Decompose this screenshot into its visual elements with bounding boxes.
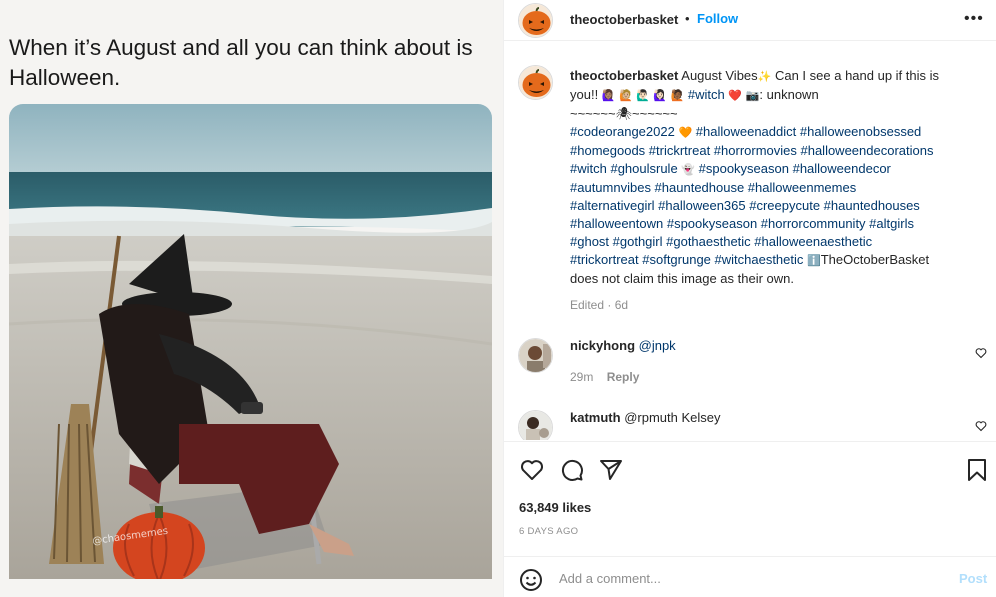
avatar[interactable] <box>518 3 553 38</box>
post-caption: theoctoberbasket August Vibes✨ Can I see… <box>570 67 970 288</box>
hashtags-line[interactable]: #codeorange2022 <box>570 124 675 139</box>
sparkles-icon: ✨ <box>757 70 772 83</box>
post-actions: 63,849 likes 6 DAYS AGO <box>504 441 996 551</box>
caption-text-1: August Vibes <box>681 68 758 83</box>
header-username[interactable]: theoctoberbasket <box>570 12 678 27</box>
comment-text: katmuth @rpmuth Kelsey <box>570 410 720 425</box>
beach-witch-photo <box>9 104 492 579</box>
disclaimer-text: does not claim this image as their own. <box>570 271 794 286</box>
share-icon[interactable] <box>599 458 623 487</box>
more-horizontal-icon[interactable]: ••• <box>964 10 984 28</box>
caption-divider: ~~~~~~🕷~~~~~~ <box>570 106 678 121</box>
heart-icon[interactable] <box>975 346 987 364</box>
avatar[interactable] <box>518 65 553 100</box>
camera-credit: : unknown <box>759 87 819 102</box>
post-date: 6 DAYS AGO <box>519 526 579 537</box>
hashtags-line[interactable]: #ghost #gothgirl #gothaesthetic #hallowe… <box>570 234 872 249</box>
post-media[interactable]: When it’s August and all you can think a… <box>0 0 503 597</box>
follow-button[interactable]: Follow <box>697 11 738 26</box>
hashtags-line[interactable]: #homegoods #trickrtreat #horrormovies #h… <box>570 143 933 158</box>
comment-username[interactable]: katmuth <box>570 410 621 425</box>
hashtags-line[interactable]: #spookyseason #halloweendecor <box>699 161 891 176</box>
hashtags-line[interactable]: #halloweenaddict #halloweenobsessed <box>696 124 922 139</box>
reply-button[interactable]: Reply <box>607 370 640 384</box>
comment-time: 29m <box>570 370 594 384</box>
likes-count[interactable]: 63,849 likes <box>519 500 591 515</box>
hashtags-line[interactable]: #alternativegirl #halloween365 #creepycu… <box>570 198 920 213</box>
orange-heart-icon: 🧡 <box>678 126 693 139</box>
comment-body: @rpmuth Kelsey <box>624 410 721 425</box>
avatar[interactable] <box>518 410 553 440</box>
post-header: theoctoberbasket • Follow ••• <box>504 0 996 41</box>
post-panel: theoctoberbasket • Follow ••• theoctober… <box>503 0 996 597</box>
info-icon: ℹ️ <box>807 254 821 267</box>
edited-timestamp: Edited · 6d <box>570 298 629 312</box>
comment-text: nickyhong @jnpk <box>570 338 676 353</box>
add-comment-bar: Post <box>504 556 996 597</box>
hashtags-line[interactable]: #autumnvibes #hauntedhouse #halloweenmem… <box>570 180 856 195</box>
comment-icon[interactable] <box>560 458 584 487</box>
post-button[interactable]: Post <box>959 571 987 586</box>
meme-caption: When it’s August and all you can think a… <box>9 35 473 90</box>
separator-dot: • <box>685 11 690 26</box>
camera-icon: 📷 <box>745 89 760 102</box>
comment-input[interactable] <box>559 568 939 588</box>
comment-mention[interactable]: @jnpk <box>639 338 676 353</box>
comments-section[interactable]: theoctoberbasket August Vibes✨ Can I see… <box>504 42 996 440</box>
bookmark-icon[interactable] <box>965 458 989 487</box>
comment-meta: 29m Reply <box>570 370 639 384</box>
hashtags-line[interactable]: #witch #ghoulsrule <box>570 161 678 176</box>
raised-hand-emojis: 🙋🏽‍♀️ 🙋🏼 🙋🏻‍♂️ 🙋🏻‍♀️ 🙋🏾 <box>601 89 685 102</box>
comment-username[interactable]: nickyhong <box>570 338 635 353</box>
heart-icon[interactable] <box>520 458 544 487</box>
hashtag-witch[interactable]: #witch <box>688 87 725 102</box>
heart-emoji-icon: ❤️ <box>728 89 743 102</box>
hashtags-line[interactable]: #halloweentown #spookyseason #horrorcomm… <box>570 216 914 231</box>
avatar[interactable] <box>518 338 553 373</box>
caption-username[interactable]: theoctoberbasket <box>570 68 678 83</box>
ghost-icon: 👻 <box>681 163 696 176</box>
heart-icon[interactable] <box>975 419 987 437</box>
disclaimer-name: TheOctoberBasket <box>820 252 930 267</box>
emoji-icon[interactable] <box>519 568 543 597</box>
hashtags-line[interactable]: #trickortreat #softgrunge #witchaestheti… <box>570 252 803 267</box>
